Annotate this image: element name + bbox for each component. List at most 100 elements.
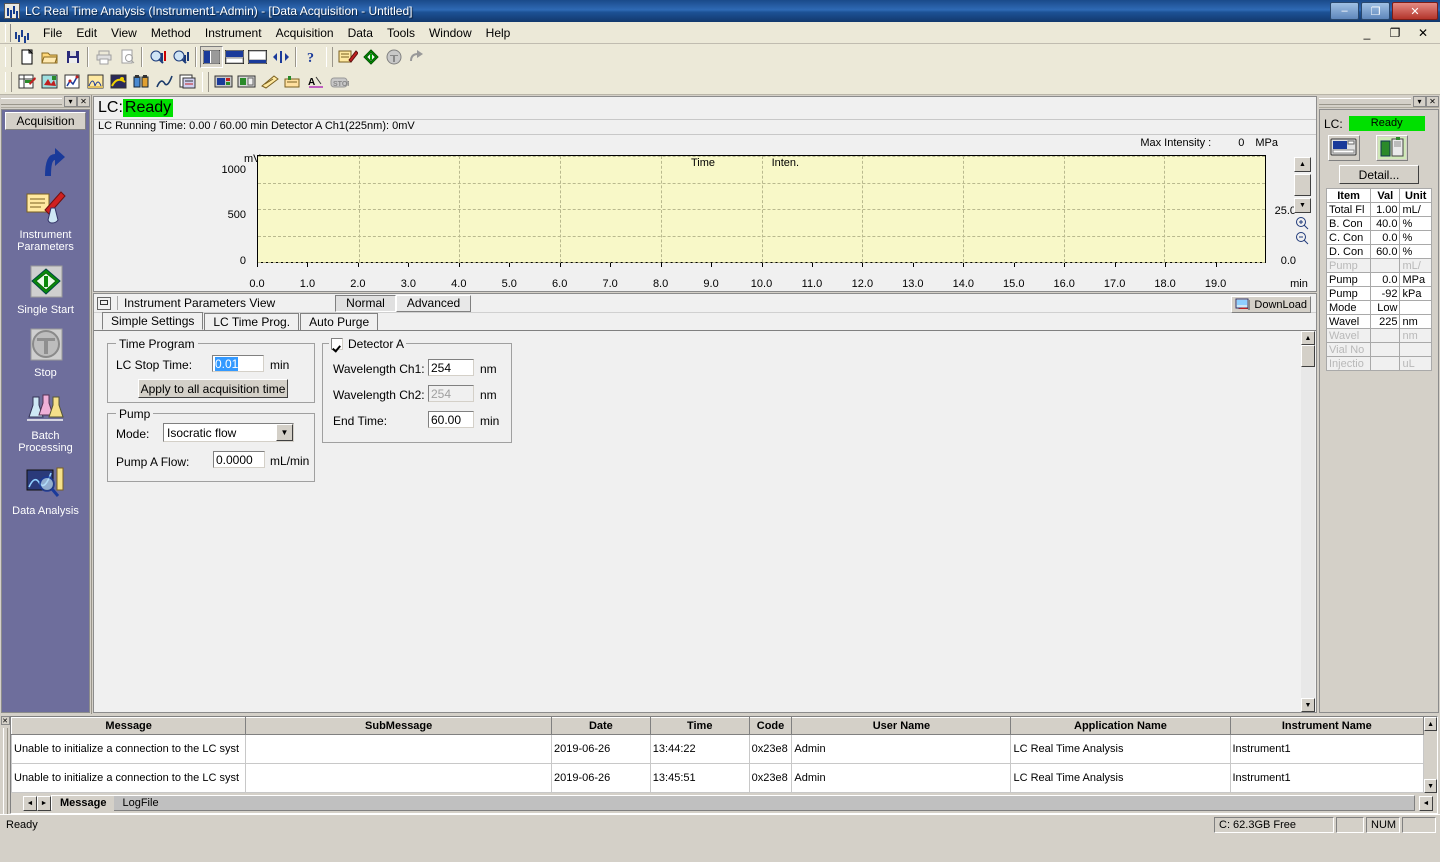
pump-mode-select[interactable]: Isocratic flow ▼ [163, 423, 294, 442]
instrument-parameters-icon[interactable] [336, 46, 359, 68]
toolbar-grip-1[interactable] [5, 46, 12, 67]
chromatogram-edit-icon[interactable] [84, 71, 107, 93]
monitor-icon[interactable] [1328, 135, 1360, 161]
help-icon[interactable]: ? [300, 46, 323, 68]
tab-auto-purge[interactable]: Auto Purge [300, 313, 379, 330]
message-scroll-up-button[interactable]: ▲ [1424, 717, 1437, 731]
lc-stop-time-input[interactable]: 0.01 [212, 355, 264, 372]
status-table-row[interactable]: Pump -92 kPa [1325, 286, 1432, 301]
message-header-instrument-name[interactable]: Instrument Name [1229, 717, 1425, 735]
sidebar-item-data-analysis[interactable]: Data Analysis [2, 466, 89, 517]
end-time-input[interactable]: 60.00 [428, 411, 474, 428]
apply-to-all-acquisition-time-button[interactable]: Apply to all acquisition time [138, 379, 288, 398]
status-table-row[interactable]: D. Con 60.0% [1325, 244, 1432, 259]
status-table-row[interactable]: Wavel 225 nm [1325, 314, 1432, 329]
spectrum-icon[interactable] [107, 71, 130, 93]
status-table-row[interactable]: B. Con 40.0% [1325, 216, 1432, 231]
monitor-icon[interactable] [212, 71, 235, 93]
sheet-hscroll-left-button[interactable]: ◄ [1419, 795, 1433, 811]
sheet-next-button[interactable]: ► [37, 795, 51, 811]
view-layout-split-icon[interactable] [200, 45, 223, 68]
menu-item-window[interactable]: Window [422, 23, 479, 43]
pump-icon[interactable] [235, 71, 258, 93]
status-table-row[interactable]: Mode Low [1325, 300, 1432, 315]
table-row[interactable]: Unable to initialize a connection to the… [11, 734, 1425, 764]
pump-a-flow-input[interactable]: 0.0000 [213, 451, 265, 468]
window-restore-button[interactable]: ❐ [1361, 2, 1390, 20]
params-vertical-scrollbar[interactable]: ▲ ▼ [1301, 331, 1315, 712]
message-panel-close-button[interactable]: ✕ [0, 716, 10, 725]
chromatogram-plot[interactable]: Max Intensity : 0 MPa mV 1000 500 0 Time… [94, 135, 1316, 291]
compare-icon[interactable] [130, 71, 153, 93]
menu-item-edit[interactable]: Edit [69, 23, 104, 43]
status-table-row[interactable]: Pump mL/ [1325, 258, 1432, 273]
right-dock-menu-button[interactable]: ▾ [1413, 96, 1426, 107]
status-table-row[interactable]: Total Fl 1.00 mL/ [1325, 202, 1432, 217]
chart-scroll-thumb[interactable] [1294, 174, 1311, 196]
sidebar-tab-acquisition[interactable]: Acquisition [5, 112, 86, 130]
mdi-restore-button[interactable]: ❐ [1382, 23, 1408, 42]
params-mode-advanced-button[interactable]: Advanced [395, 294, 472, 312]
window-close-button[interactable]: ✕ [1392, 2, 1438, 20]
toolbar-grip-2[interactable] [326, 46, 333, 67]
sidebar-item-batch-processing[interactable]: Batch Processing [2, 391, 89, 454]
left-dock-menu-button[interactable]: ▾ [64, 96, 77, 107]
tab-simple-settings[interactable]: Simple Settings [102, 312, 204, 330]
sheet-prev-button[interactable]: ◄ [23, 795, 37, 811]
message-panel-grip[interactable] [2, 728, 8, 814]
table-row[interactable]: Unable to initialize a connection to the… [11, 763, 1425, 793]
new-file-icon[interactable] [15, 46, 38, 68]
status-table-row[interactable]: Wavel nm [1325, 328, 1432, 343]
status-table-row[interactable]: Vial No [1325, 342, 1432, 357]
view-layout-stack-icon[interactable] [223, 46, 246, 68]
tab-lc-time-prog[interactable]: LC Time Prog. [204, 313, 300, 330]
detail-button[interactable]: Detail... [1339, 165, 1419, 184]
batch-table-icon[interactable] [15, 71, 38, 93]
sample-icon[interactable] [38, 71, 61, 93]
menu-item-data[interactable]: Data [341, 23, 380, 43]
chart-scroll-up-button[interactable]: ▲ [1294, 157, 1311, 172]
left-dock-close-button[interactable]: ✕ [77, 96, 90, 107]
menu-item-acquisition[interactable]: Acquisition [269, 23, 341, 43]
sheet-tab-logfile[interactable]: LogFile [114, 796, 166, 811]
view-layout-bottom-icon[interactable] [246, 46, 269, 68]
view-toggle-icon[interactable] [269, 46, 292, 68]
sidebar-item-stop[interactable]: Stop [2, 328, 89, 379]
window-minimize-button[interactable]: – [1330, 2, 1359, 20]
data-zoom-out-icon[interactable] [169, 46, 192, 68]
chart-scroll-down-button[interactable]: ▼ [1294, 198, 1311, 213]
status-table-row[interactable]: C. Con 0.0% [1325, 230, 1432, 245]
zoom-in-icon[interactable] [1294, 215, 1311, 230]
params-scroll-down-button[interactable]: ▼ [1301, 698, 1315, 712]
report-icon[interactable] [176, 71, 199, 93]
message-header-message[interactable]: Message [11, 717, 247, 735]
wavelength-ch1-input[interactable]: 254 [428, 359, 474, 376]
right-dock-close-button[interactable]: ✕ [1426, 96, 1439, 107]
download-button[interactable]: DownLoad [1231, 296, 1311, 313]
chevron-down-icon[interactable]: ▼ [276, 424, 293, 441]
menu-item-method[interactable]: Method [144, 23, 198, 43]
detector-a-checkbox[interactable] [331, 338, 343, 350]
save-file-icon[interactable] [61, 46, 84, 68]
status-table-row[interactable]: Injectio uL [1325, 356, 1432, 371]
status-table-row[interactable]: Pump 0.0 MPa [1325, 272, 1432, 287]
curve-icon[interactable] [153, 71, 176, 93]
right-dock-grip[interactable] [1319, 98, 1411, 105]
message-header-application-name[interactable]: Application Name [1010, 717, 1231, 735]
menu-item-instrument[interactable]: Instrument [198, 23, 269, 43]
menu-grip[interactable] [5, 23, 11, 42]
autozero-icon[interactable]: A [304, 71, 327, 93]
sidebar-item-instrument-parameters[interactable]: Instrument Parameters [2, 190, 89, 253]
toolbar-grip-4[interactable] [202, 71, 209, 92]
message-scroll-down-button[interactable]: ▼ [1424, 779, 1437, 793]
single-start-icon[interactable] [359, 46, 382, 68]
mdi-close-button[interactable]: ✕ [1410, 23, 1436, 42]
message-header-submessage[interactable]: SubMessage [245, 717, 552, 735]
params-scroll-thumb[interactable] [1301, 345, 1315, 367]
purge-icon[interactable] [258, 71, 281, 93]
plot-area[interactable]: Time Inten. [257, 155, 1266, 263]
message-header-user-name[interactable]: User Name [791, 717, 1012, 735]
left-dock-grip[interactable] [1, 98, 62, 105]
sidebar-item-top[interactable] [2, 142, 89, 178]
params-restore-icon[interactable] [97, 296, 111, 310]
